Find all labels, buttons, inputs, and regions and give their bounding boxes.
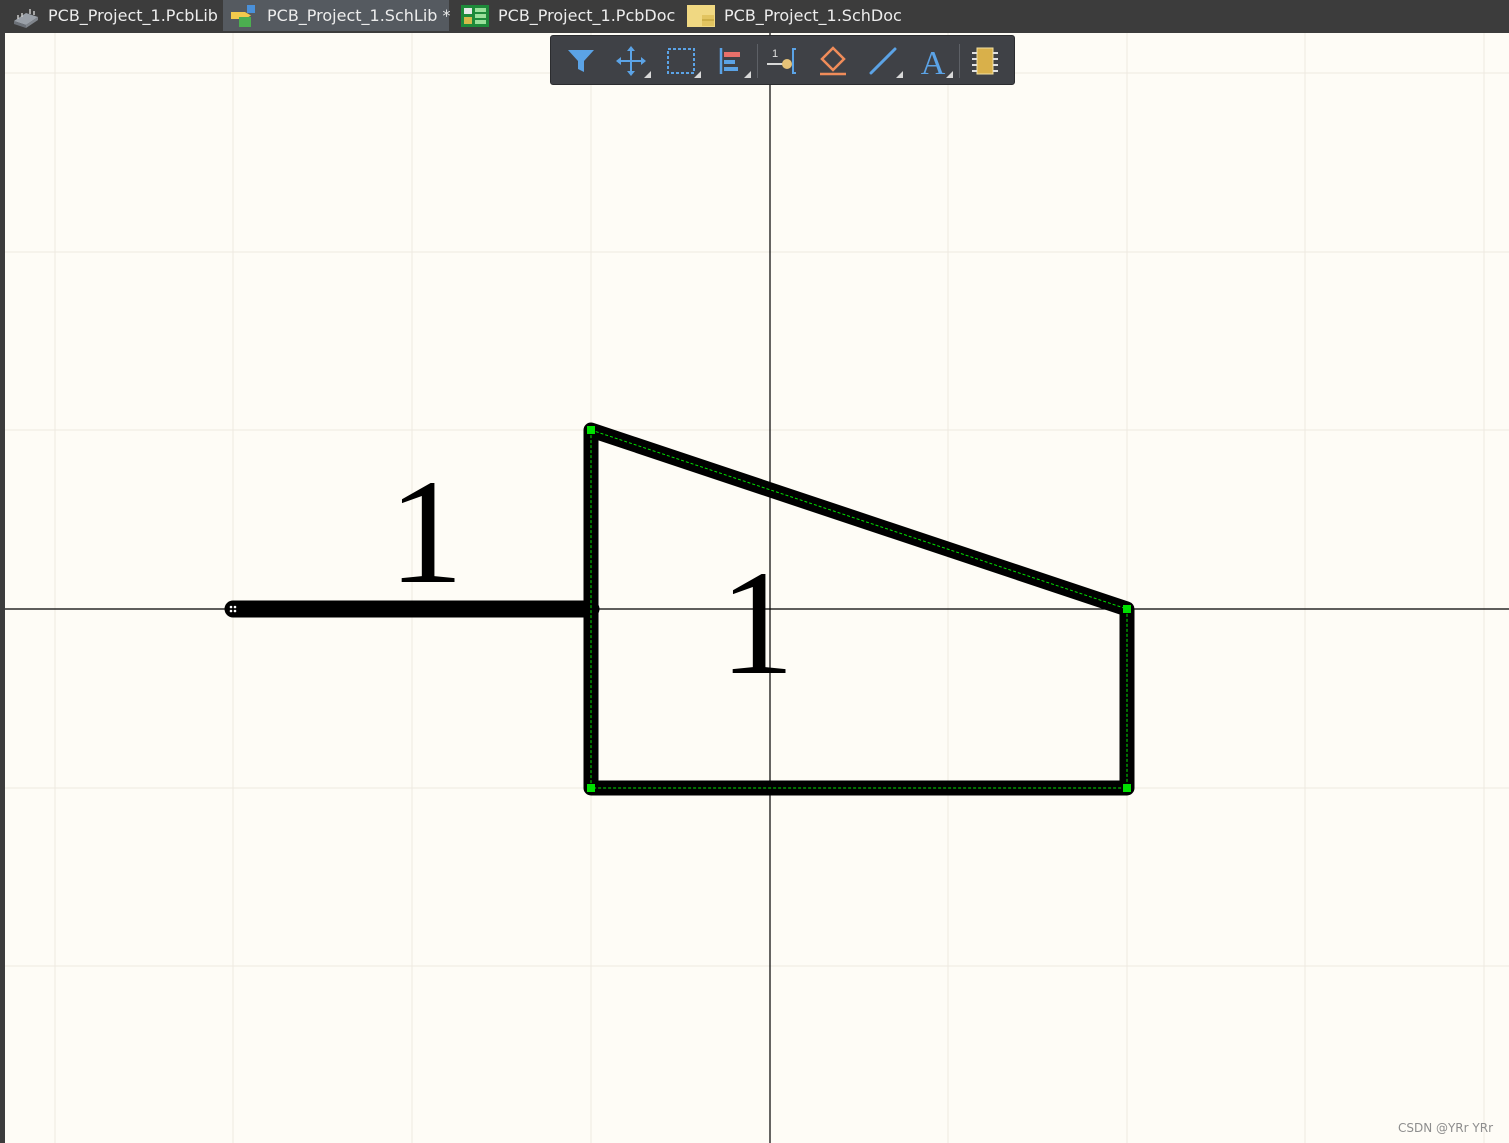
schematic-canvas[interactable]: 1 1 <box>5 33 1509 1143</box>
place-pin-icon: 1 <box>767 48 796 74</box>
svg-text:1: 1 <box>772 48 778 60</box>
tab-label: PCB_Project_1.PcbLib <box>48 6 218 25</box>
place-ieee-symbol-icon <box>820 46 846 76</box>
watermark: CSDN @YRr YRr <box>1397 1121 1493 1135</box>
pcblib-icon <box>10 3 40 29</box>
tab-label: PCB_Project_1.SchLib * <box>267 6 451 25</box>
svg-text:A: A <box>921 45 946 78</box>
document-tab-bar: PCB_Project_1.PcbLib PCB_Project_1.SchLi… <box>0 0 1509 33</box>
toolbar-separator <box>959 44 960 78</box>
dropdown-indicator <box>896 71 903 78</box>
place-line-button[interactable] <box>863 44 903 78</box>
align-button[interactable] <box>711 44 751 78</box>
tab-schdoc[interactable]: PCB_Project_1.SchDoc <box>686 0 906 31</box>
tab-label: PCB_Project_1.PcbDoc <box>498 6 676 25</box>
active-bar-toolbar: 1 A <box>550 35 1015 85</box>
tab-pcblib[interactable]: PCB_Project_1.PcbLib <box>10 0 220 31</box>
place-ieee-symbol-button[interactable] <box>813 44 853 78</box>
move-button[interactable] <box>611 44 651 78</box>
dropdown-indicator <box>946 71 953 78</box>
dropdown-indicator <box>694 71 701 78</box>
filter-icon <box>568 50 594 72</box>
tab-schlib[interactable]: PCB_Project_1.SchLib * <box>223 0 451 31</box>
select-button[interactable] <box>661 44 701 78</box>
filter-button[interactable] <box>561 44 601 78</box>
add-component-part-icon <box>972 47 998 75</box>
pcbdoc-icon <box>460 3 490 29</box>
dropdown-indicator <box>744 71 751 78</box>
pin-designator: 1 <box>389 449 464 615</box>
tab-label: PCB_Project_1.SchDoc <box>724 6 902 25</box>
dropdown-indicator <box>644 71 651 78</box>
add-component-part-button[interactable] <box>965 44 1005 78</box>
schematic-drawing: 1 1 <box>5 33 1509 1143</box>
place-text-button[interactable]: A <box>913 44 953 78</box>
place-pin-button[interactable]: 1 <box>763 44 803 78</box>
shape-label: 1 <box>720 540 795 706</box>
schdoc-icon <box>686 3 716 29</box>
schlib-icon <box>229 3 259 29</box>
toolbar-separator <box>757 44 758 78</box>
tab-pcbdoc[interactable]: PCB_Project_1.PcbDoc <box>460 0 678 31</box>
